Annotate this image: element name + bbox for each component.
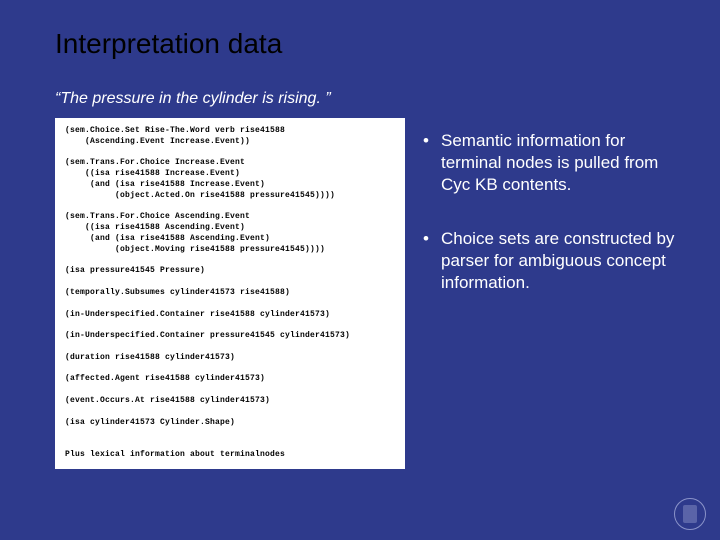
code-block: (sem.Choice.Set Rise-The.Word verb rise4… [55, 118, 405, 469]
slide-title: Interpretation data [55, 28, 680, 60]
content-row: (sem.Choice.Set Rise-The.Word verb rise4… [55, 118, 680, 469]
slide: Interpretation data “The pressure in the… [0, 0, 720, 540]
bullet-item: Semantic information for terminal nodes … [423, 130, 675, 196]
bullet-list: Semantic information for terminal nodes … [423, 118, 680, 327]
bullet-item: Choice sets are constructed by parser fo… [423, 228, 675, 294]
logo-icon [674, 498, 706, 530]
slide-subtitle: “The pressure in the cylinder is rising.… [55, 90, 680, 108]
